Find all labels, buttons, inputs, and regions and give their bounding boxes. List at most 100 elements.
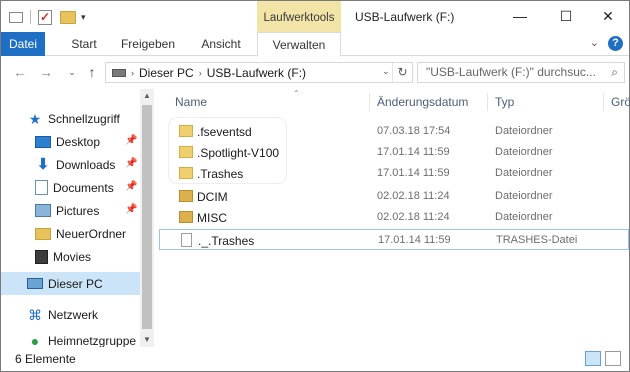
maximize-button[interactable]: ☐ [543, 1, 589, 31]
column-header-type[interactable]: Typ [495, 89, 514, 115]
chevron-right-icon[interactable]: › [199, 68, 202, 78]
file-name: .Trashes [197, 167, 244, 181]
file-date: 17.01.14 11:59 [377, 146, 450, 158]
minimize-button[interactable]: — [497, 1, 543, 31]
movies-icon [35, 249, 48, 264]
scroll-down-icon[interactable]: ▼ [140, 333, 154, 347]
file-type: Dateiordner [495, 125, 553, 137]
column-header-size[interactable]: Grö [611, 89, 630, 115]
folder-icon [35, 227, 51, 240]
sidebar-item-pictures[interactable]: Pictures 📌 [35, 199, 141, 222]
recent-locations-icon[interactable]: ⌄ [63, 62, 81, 82]
customize-toolbar-icon[interactable]: ▾ [81, 12, 86, 23]
file-name: ._.Trashes [198, 234, 255, 248]
file-type: Dateiordner [495, 146, 553, 158]
file-date: 07.03.18 17:54 [377, 125, 451, 137]
sidebar-item-downloads[interactable]: ⬇ Downloads 📌 [35, 153, 141, 176]
item-count: 6 Elemente [15, 352, 76, 366]
new-folder-icon[interactable] [60, 10, 76, 24]
toolbar-divider [30, 10, 31, 24]
column-header-name[interactable]: Name [175, 89, 207, 115]
sidebar-item-label: Movies [53, 249, 92, 264]
file-name: .Spotlight-V100 [197, 146, 280, 160]
sidebar-item-documents[interactable]: Documents 📌 [35, 176, 141, 199]
chevron-right-icon[interactable]: › [131, 68, 134, 78]
sidebar-item-label: Schnellzugriff [48, 111, 120, 126]
help-icon[interactable]: ? [608, 36, 623, 51]
sidebar-item-heimnetzgruppe[interactable]: ● Heimnetzgruppe [27, 334, 141, 347]
tab-start[interactable]: Start [59, 32, 109, 56]
column-divider[interactable] [603, 93, 604, 111]
search-icon[interactable]: ⌕ [611, 63, 618, 82]
refresh-icon[interactable]: ↻ [392, 63, 412, 82]
address-dropdown-icon[interactable]: ⌄ [382, 66, 390, 77]
pin-icon[interactable]: 📌 [125, 181, 137, 192]
file-name: .fseventsd [197, 125, 252, 139]
pin-icon[interactable]: 📌 [125, 204, 137, 215]
file-name: MISC [197, 211, 227, 225]
address-bar[interactable]: › Dieser PC › USB-Laufwerk (F:) ⌄ ↻ [105, 62, 413, 83]
up-arrow-icon[interactable]: ↑ [83, 62, 101, 82]
table-row[interactable]: .Trashes 17.01.14 11:59 Dateiordner [159, 163, 629, 184]
sidebar-item-label: Desktop [56, 134, 101, 149]
tab-datei[interactable]: Datei [1, 32, 45, 56]
chevron-down-icon[interactable]: ⌄ [590, 36, 599, 49]
properties-icon[interactable]: ✓ [38, 9, 52, 25]
title-bar: ✓ ▾ Laufwerktools USB-Laufwerk (F:) — ☐ … [1, 1, 629, 32]
pc-icon [27, 278, 43, 289]
sidebar-item-desktop[interactable]: Desktop 📌 [35, 130, 141, 153]
nav-scrollbar[interactable]: ▲ ▼ [140, 89, 154, 347]
forward-arrow-icon[interactable]: → [37, 62, 55, 82]
close-button[interactable]: ✕ [585, 1, 630, 31]
folder-icon [179, 167, 193, 179]
table-row[interactable]: .Spotlight-V100 17.01.14 11:59 Dateiordn… [159, 142, 629, 163]
column-divider[interactable] [487, 93, 488, 111]
column-header-date[interactable]: Änderungsdatum [377, 89, 468, 115]
back-arrow-icon[interactable]: ← [11, 62, 29, 82]
file-type: Dateiordner [495, 190, 553, 202]
sort-ascending-icon: ⌃ [293, 89, 300, 98]
sidebar-item-neuerordner[interactable]: NeuerOrdner [35, 222, 141, 245]
table-row[interactable]: DCIM 02.02.18 11:24 Dateiordner [159, 186, 629, 207]
navigation-bar: ← → ⌄ ↑ › Dieser PC › USB-Laufwerk (F:) … [1, 57, 629, 88]
pictures-icon [35, 204, 51, 217]
scroll-up-icon[interactable]: ▲ [140, 89, 154, 103]
window-title: USB-Laufwerk (F:) [355, 10, 455, 24]
sidebar-item-netzwerk[interactable]: ⌘ Netzwerk [27, 303, 141, 326]
file-name: DCIM [197, 190, 228, 204]
sidebar-item-movies[interactable]: Movies [35, 245, 141, 268]
file-icon [181, 233, 192, 247]
sidebar-item-dieser-pc[interactable]: Dieser PC [1, 272, 140, 295]
pin-icon[interactable]: 📌 [125, 158, 137, 169]
sidebar-item-schnellzugriff[interactable]: ★ Schnellzugriff [27, 107, 141, 130]
context-tab-laufwerktools: Laufwerktools [257, 1, 341, 32]
ribbon: Datei Start Freigeben Ansicht Verwalten … [1, 32, 629, 57]
file-date: 02.02.18 11:24 [377, 190, 450, 202]
star-icon: ★ [28, 110, 42, 127]
sidebar-item-label: Heimnetzgruppe [48, 334, 137, 347]
search-input[interactable]: "USB-Laufwerk (F:)" durchsuc... ⌕ [417, 62, 625, 83]
table-row[interactable]: .fseventsd 07.03.18 17:54 Dateiordner [159, 121, 629, 142]
large-icons-view-icon[interactable] [605, 351, 621, 366]
tab-ansicht[interactable]: Ansicht [191, 32, 251, 56]
table-row[interactable]: MISC 02.02.18 11:24 Dateiordner [159, 207, 629, 228]
status-bar: 6 Elemente [1, 347, 629, 371]
details-view-icon[interactable] [585, 351, 601, 366]
folder-icon [179, 125, 193, 137]
table-row[interactable]: ._.Trashes 17.01.14 11:59 TRASHES-Datei [159, 229, 629, 250]
network-icon: ⌘ [28, 306, 42, 323]
tab-verwalten[interactable]: Verwalten [257, 32, 341, 57]
sidebar-item-label: Pictures [56, 203, 100, 218]
pin-icon[interactable]: 📌 [125, 135, 137, 146]
folder-icon[interactable] [9, 11, 23, 23]
breadcrumb-usb-laufwerk[interactable]: USB-Laufwerk (F:) [207, 66, 306, 80]
homegroup-icon: ● [30, 334, 40, 347]
tab-freigeben[interactable]: Freigeben [113, 32, 183, 56]
sidebar-item-label: Downloads [56, 157, 116, 172]
sidebar-item-label: Netzwerk [48, 307, 99, 322]
breadcrumb-dieser-pc[interactable]: Dieser PC [139, 66, 194, 80]
column-divider[interactable] [369, 93, 370, 111]
sidebar-item-label: NeuerOrdner [56, 226, 127, 241]
file-list: ⌃ Name Änderungsdatum Typ Grö .fseventsd… [159, 89, 630, 347]
scroll-thumb[interactable] [142, 105, 152, 329]
